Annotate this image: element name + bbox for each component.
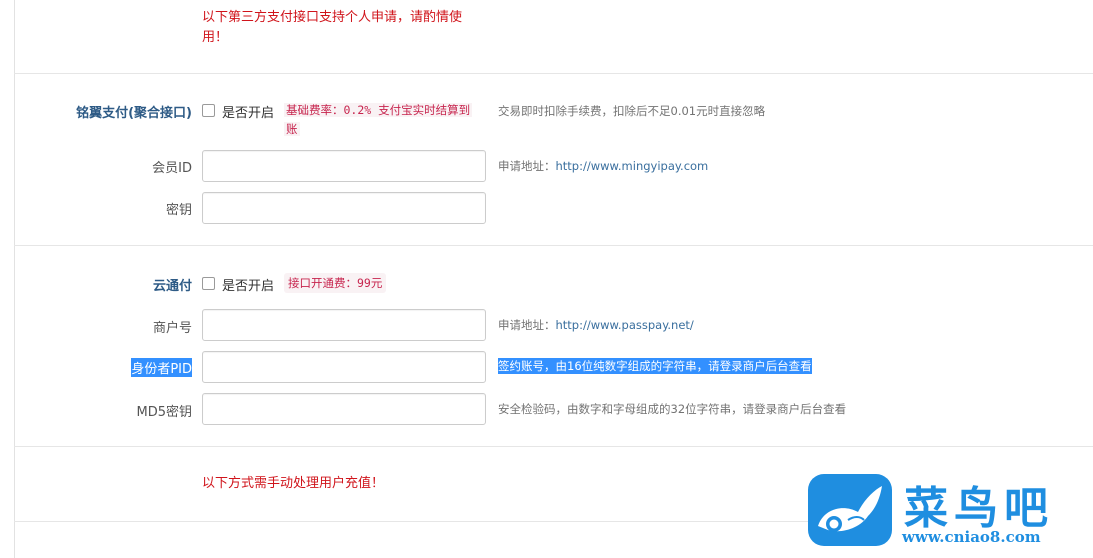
mingyi-fee-note: 交易即时扣除手续费，扣除后不足0.01元时直接忽略 bbox=[498, 104, 766, 118]
divider bbox=[14, 245, 1093, 246]
member-id-label: 会员ID bbox=[152, 161, 192, 176]
yuntong-fee-badge: 接口开通费：99元 bbox=[284, 273, 387, 293]
top-notice: 以下第三方支付接口支持个人申请，请酌情使 用！ bbox=[202, 8, 462, 48]
secret-key-label: 密钥 bbox=[165, 203, 192, 218]
merchant-id-label: 商户号 bbox=[152, 321, 192, 336]
md5-key-input[interactable] bbox=[202, 393, 486, 425]
yuntong-enable-checkbox[interactable] bbox=[202, 277, 215, 290]
top-notice-line-1: 以下第三方支付接口支持个人申请，请酌情使 bbox=[202, 10, 463, 25]
watermark-name: 菜鸟吧 bbox=[904, 483, 1054, 534]
yuntong-apply-prefix: 申请地址： bbox=[498, 318, 556, 332]
mingyi-enable-checkbox[interactable] bbox=[202, 104, 215, 117]
mingyi-apply-address: 申请地址：http://www.mingyipay.com bbox=[498, 158, 708, 174]
mingyi-rate-line-1: 基础费率：0.2% 支付宝实时结算到 bbox=[284, 103, 473, 117]
md5-help: 安全检验码，由数字和字母组成的32位字符串，请登录商户后台查看 bbox=[498, 402, 847, 416]
top-notice-line-2: 用！ bbox=[202, 30, 229, 45]
secret-key-input[interactable] bbox=[202, 192, 486, 224]
left-border bbox=[14, 0, 15, 558]
merchant-id-input[interactable] bbox=[202, 309, 486, 341]
pid-input[interactable] bbox=[202, 351, 486, 383]
mingyi-apply-prefix: 申请地址： bbox=[498, 159, 556, 173]
divider bbox=[14, 446, 1093, 447]
yuntong-apply-address: 申请地址：http://www.passpay.net/ bbox=[498, 317, 694, 333]
member-id-input[interactable] bbox=[202, 150, 486, 182]
divider bbox=[14, 521, 833, 522]
mingyi-section-title: 铭翼支付(聚合接口) bbox=[76, 106, 192, 121]
mingyi-rate-badge: 基础费率：0.2% 支付宝实时结算到 账 bbox=[284, 101, 494, 139]
mingyi-rate-line-2: 账 bbox=[284, 122, 300, 136]
pid-label: 身份者PID bbox=[131, 358, 192, 377]
yuntong-section-title: 云通付 bbox=[152, 279, 192, 294]
bird-logo-icon bbox=[808, 474, 892, 546]
payment-settings-page: 以下第三方支付接口支持个人申请，请酌情使 用！ 铭翼支付(聚合接口) 是否开启 … bbox=[0, 0, 1093, 558]
mingyi-enable-label[interactable]: 是否开启 bbox=[222, 102, 274, 121]
manual-recharge-notice: 以下方式需手动处理用户充值！ bbox=[202, 476, 385, 491]
yuntong-apply-link[interactable]: http://www.passpay.net/ bbox=[556, 318, 694, 332]
watermark: 菜鸟吧 www.cniao8.com bbox=[808, 472, 1090, 550]
yuntong-enable-label[interactable]: 是否开启 bbox=[222, 275, 274, 294]
watermark-url: www.cniao8.com bbox=[902, 528, 1041, 546]
pid-help: 签约账号，由16位纯数字组成的字符串，请登录商户后台查看 bbox=[498, 358, 812, 374]
md5-key-label: MD5密钥 bbox=[136, 405, 193, 420]
mingyi-apply-link[interactable]: http://www.mingyipay.com bbox=[556, 159, 709, 173]
divider bbox=[14, 73, 1093, 74]
